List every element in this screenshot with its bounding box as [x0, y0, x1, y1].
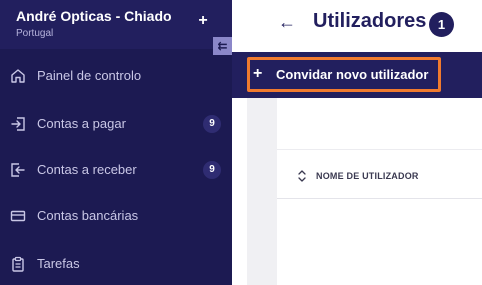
table-gutter [247, 98, 277, 285]
sidebar-item-label: Contas bancárias [37, 208, 139, 223]
sort-icon[interactable] [297, 169, 307, 183]
toolbar: + Convidar novo utilizador [232, 52, 482, 98]
main-content: ← Utilizadores 1 + Convidar novo utiliza… [232, 0, 482, 285]
invite-user-label: Convidar novo utilizador [276, 67, 429, 82]
sidebar-item-tarefas[interactable]: Tarefas [0, 241, 232, 285]
table-header: NOME DE UTILIZADOR [277, 151, 482, 199]
sidebar-item-contas-a-pagar[interactable]: Contas a pagar 9 [0, 101, 232, 147]
page-title: Utilizadores [313, 10, 427, 32]
home-icon [11, 69, 25, 83]
sidebar-item-label: Painel de controlo [37, 68, 142, 83]
add-company-button[interactable]: + [195, 11, 211, 31]
logout-icon [11, 163, 25, 177]
invite-user-button[interactable]: + Convidar novo utilizador [247, 57, 441, 92]
sidebar-item-label: Contas a receber [37, 162, 137, 177]
sidebar: André Opticas - Chiado Portugal + ⇇ Pain… [0, 0, 232, 285]
company-header[interactable]: André Opticas - Chiado Portugal + [0, 0, 232, 49]
sidebar-item-painel-de-controlo[interactable]: Painel de controlo [0, 53, 232, 99]
card-icon [10, 210, 26, 222]
column-header-username[interactable]: NOME DE UTILIZADOR [316, 171, 419, 181]
back-arrow-icon[interactable]: ← [278, 12, 296, 32]
company-name: André Opticas - Chiado [16, 8, 172, 24]
company-country: Portugal [16, 28, 54, 39]
count-badge: 9 [203, 161, 221, 179]
step-badge: 1 [429, 12, 454, 37]
sidebar-item-label: Contas a pagar [37, 116, 126, 131]
filter-area [277, 98, 482, 150]
sidebar-item-contas-bancarias[interactable]: Contas bancárias [0, 193, 232, 239]
sidebar-item-label: Tarefas [37, 256, 80, 271]
login-icon [11, 117, 25, 131]
sidebar-item-contas-a-receber[interactable]: Contas a receber 9 [0, 147, 232, 193]
clipboard-icon [12, 256, 24, 272]
count-badge: 9 [203, 115, 221, 133]
plus-icon: + [253, 65, 263, 82]
